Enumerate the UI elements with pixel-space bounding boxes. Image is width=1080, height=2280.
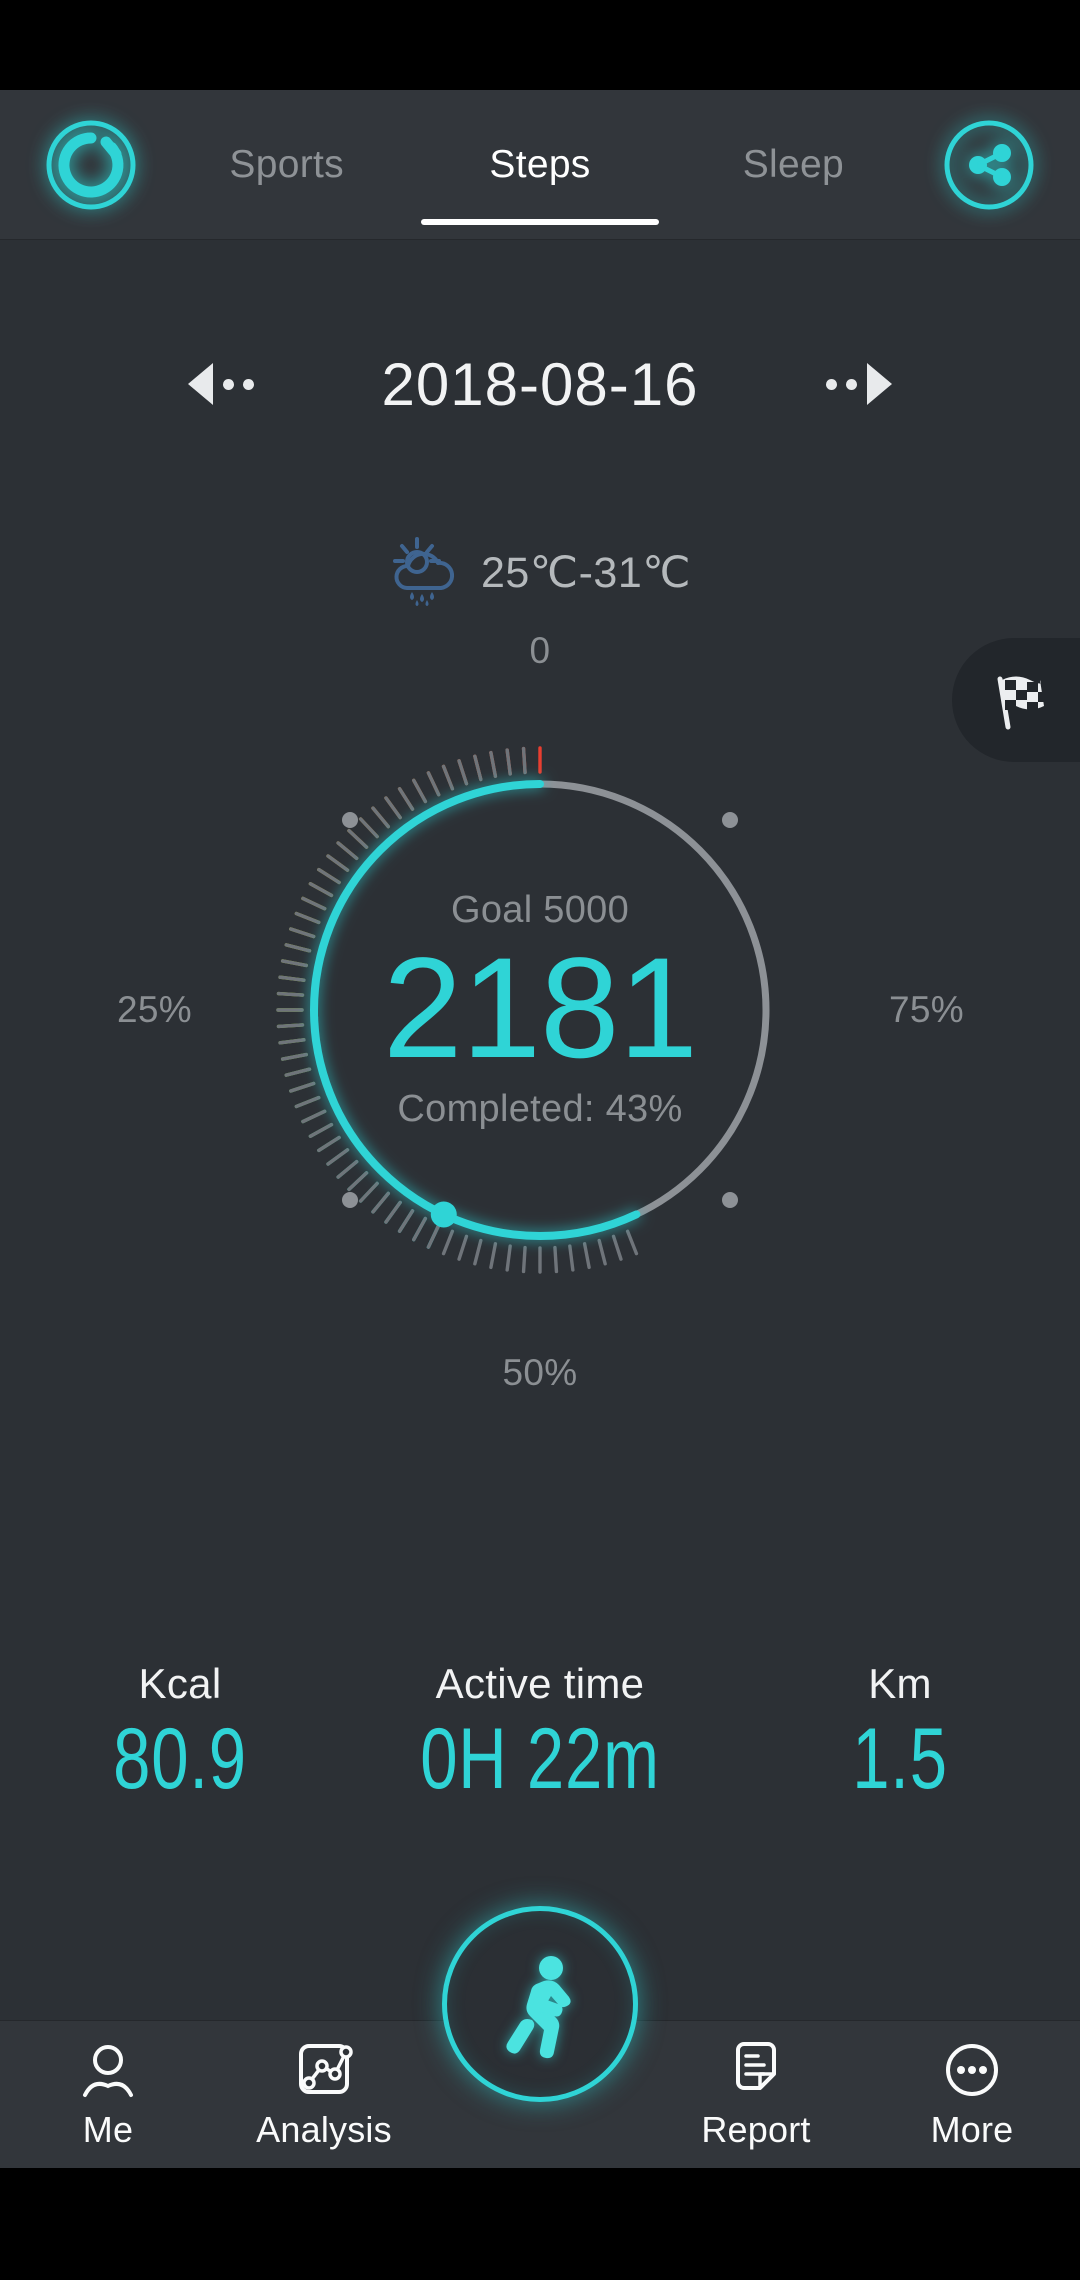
daily-stats-row: Kcal 80.9 Active time 0H 22m Km 1.5 (0, 1660, 1080, 1860)
gauge-tick-label-0: 0 (529, 630, 551, 671)
next-dots (826, 378, 857, 390)
previous-day-button[interactable] (188, 354, 254, 414)
goal-label: Goal 5000 (450, 888, 630, 931)
tab-sleep-label: Sleep (742, 142, 844, 186)
weather-summary: 25℃-31℃ (0, 530, 1080, 616)
section-tabs: Sports Steps Sleep (160, 90, 920, 239)
current-date-label[interactable]: 2018-08-16 (382, 350, 699, 419)
stat-km: Km 1.5 (720, 1660, 1080, 1804)
activity-ring-logo-icon[interactable] (42, 116, 140, 214)
nav-item-me[interactable]: Me (0, 2021, 216, 2169)
triangle-right-icon (867, 363, 892, 405)
stat-km-label: Km (868, 1660, 932, 1707)
gauge-center-readout: Goal 5000 2181 Completed: 43% (220, 690, 860, 1330)
temperature-range-label: 25℃-31℃ (480, 549, 692, 597)
tab-steps-label: Steps (489, 142, 591, 186)
nav-item-report[interactable]: Report (648, 2021, 864, 2169)
next-day-button[interactable] (826, 354, 892, 414)
app-root: Sports Steps Sleep 2018-08-16 25℃-31℃ 0 … (0, 0, 1080, 2280)
steps-progress-gauge[interactable]: 0 25% 50% 75% Goal 5000 2181 Completed: … (117, 630, 964, 1393)
document-icon (725, 2039, 787, 2101)
prev-dots (223, 378, 254, 390)
stat-active-time-value: 0H 22m (420, 1711, 660, 1807)
tab-sports[interactable]: Sports (160, 90, 413, 239)
line-chart-icon (293, 2039, 355, 2101)
nav-item-me-label: Me (82, 2108, 134, 2150)
nav-item-analysis[interactable]: Analysis (216, 2021, 432, 2169)
stat-kcal-label: Kcal (138, 1660, 222, 1707)
stat-km-value: 1.5 (852, 1711, 948, 1807)
person-outline-icon (77, 2039, 139, 2101)
nav-item-more-label: More (930, 2108, 1014, 2150)
app-screen: Sports Steps Sleep 2018-08-16 25℃-31℃ 0 … (0, 90, 1080, 2168)
share-icon[interactable] (940, 116, 1038, 214)
gauge-tick-label-25: 25% (117, 989, 192, 1030)
nav-item-more[interactable]: More (864, 2021, 1080, 2169)
sun-behind-rain-cloud-icon (389, 536, 463, 610)
stat-kcal: Kcal 80.9 (0, 1660, 360, 1804)
nav-item-analysis-label: Analysis (256, 2108, 392, 2150)
checkered-flag-icon[interactable] (952, 638, 1080, 762)
nav-item-report-label: Report (701, 2108, 811, 2150)
steps-value: 2181 (382, 928, 698, 1088)
tab-sleep[interactable]: Sleep (667, 90, 920, 239)
stat-active-time-label: Active time (435, 1660, 645, 1707)
running-person-icon[interactable] (442, 1906, 638, 2102)
completed-label: Completed: 43% (397, 1088, 683, 1131)
ellipsis-circle-icon (941, 2039, 1003, 2101)
triangle-left-icon (188, 363, 213, 405)
stat-active-time: Active time 0H 22m (360, 1660, 720, 1804)
date-navigator: 2018-08-16 (0, 338, 1080, 430)
gauge-tick-label-50: 50% (502, 1352, 578, 1393)
gauge-tick-label-75: 75% (889, 989, 964, 1030)
tab-sports-label: Sports (229, 142, 344, 186)
app-header: Sports Steps Sleep (0, 90, 1080, 240)
system-navigation-bar (0, 2168, 1080, 2280)
tab-steps[interactable]: Steps (413, 90, 666, 239)
stat-kcal-value: 80.9 (113, 1711, 247, 1807)
system-status-bar (0, 0, 1080, 90)
